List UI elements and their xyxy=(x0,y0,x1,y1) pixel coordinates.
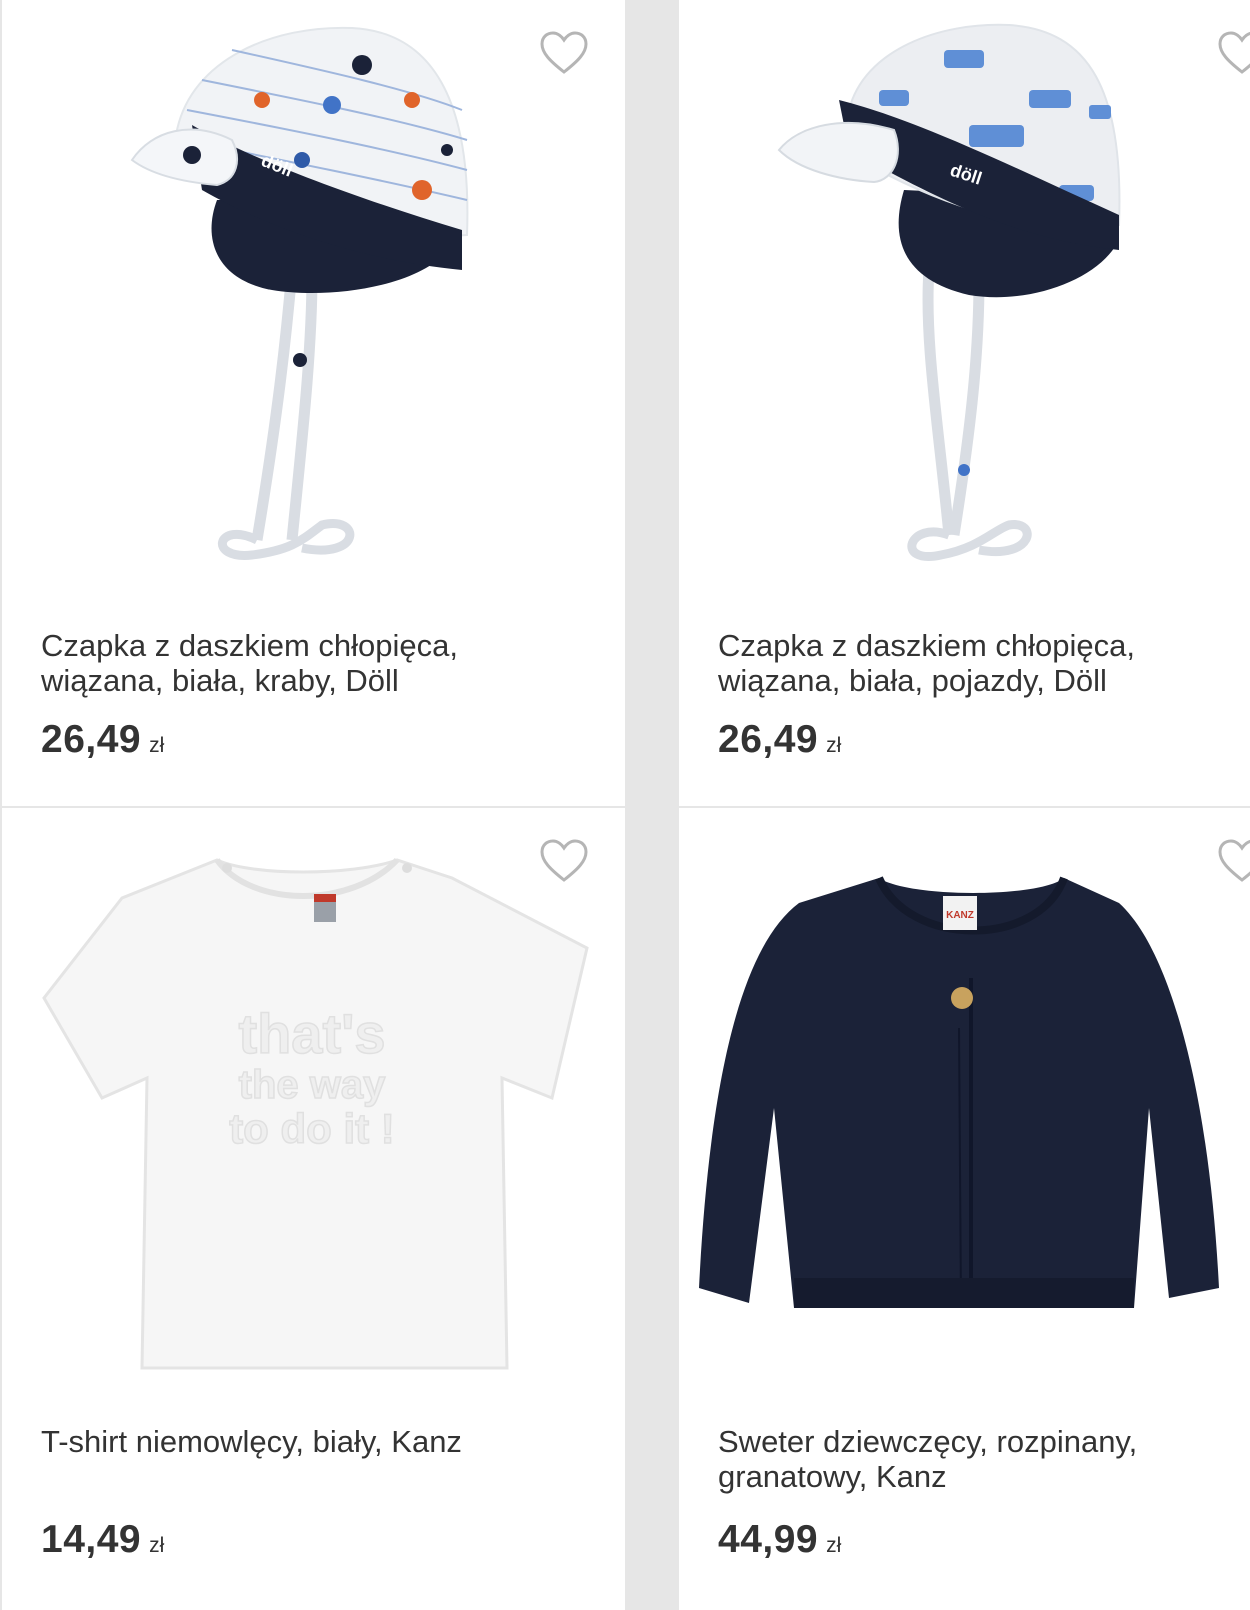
price-currency: zł xyxy=(149,734,165,757)
product-card-cap-crabs[interactable]: döll Czapka z daszkiem chłopięca, wiązan… xyxy=(2,0,625,806)
product-price: 26,49 zł xyxy=(41,718,164,762)
price-currency: zł xyxy=(826,1534,842,1557)
favorite-heart-icon[interactable] xyxy=(1216,836,1250,888)
product-price: 26,49 zł xyxy=(718,718,841,762)
tshirt-print-line-3: to do it ! xyxy=(229,1105,395,1152)
tshirt-print-line-1: that's xyxy=(238,1002,385,1065)
product-price: 44,99 zł xyxy=(718,1518,841,1562)
price-amount: 26,49 xyxy=(718,718,819,761)
product-image-cap-vehicles[interactable]: döll xyxy=(679,0,1250,600)
favorite-heart-icon[interactable] xyxy=(538,28,590,80)
product-card-cap-vehicles[interactable]: döll Czapka z daszkiem chłopięca, wiązan… xyxy=(679,0,1250,806)
product-title[interactable]: T-shirt niemowlęcy, biały, Kanz xyxy=(41,1424,581,1459)
product-title[interactable]: Sweter dziewczęcy, rozpinany, granatowy,… xyxy=(718,1424,1250,1494)
cardigan-button xyxy=(951,987,973,1009)
product-price: 14,49 zł xyxy=(41,1518,164,1562)
product-title[interactable]: Czapka z daszkiem chłopięca, wiązana, bi… xyxy=(41,628,581,698)
price-amount: 14,49 xyxy=(41,1518,142,1561)
cardigan-label-text: KANZ xyxy=(946,910,974,921)
price-amount: 44,99 xyxy=(718,1518,819,1561)
product-card-white-tshirt[interactable]: that's the way to do it ! T-shirt niemow… xyxy=(2,808,625,1610)
favorite-heart-icon[interactable] xyxy=(538,836,590,888)
product-image-cap-crabs[interactable]: döll xyxy=(2,0,625,600)
product-card-navy-cardigan[interactable]: KANZ Sweter dziewczęcy, rozpinany, grana… xyxy=(679,808,1250,1610)
price-currency: zł xyxy=(826,734,842,757)
product-image-navy-cardigan[interactable]: KANZ xyxy=(679,808,1250,1408)
price-amount: 26,49 xyxy=(41,718,142,761)
product-title[interactable]: Czapka z daszkiem chłopięca, wiązana, bi… xyxy=(718,628,1250,698)
tshirt-print-line-2: the way xyxy=(239,1063,386,1107)
product-image-white-tshirt[interactable]: that's the way to do it ! xyxy=(2,808,625,1408)
price-currency: zł xyxy=(149,1534,165,1557)
favorite-heart-icon[interactable] xyxy=(1216,28,1250,80)
